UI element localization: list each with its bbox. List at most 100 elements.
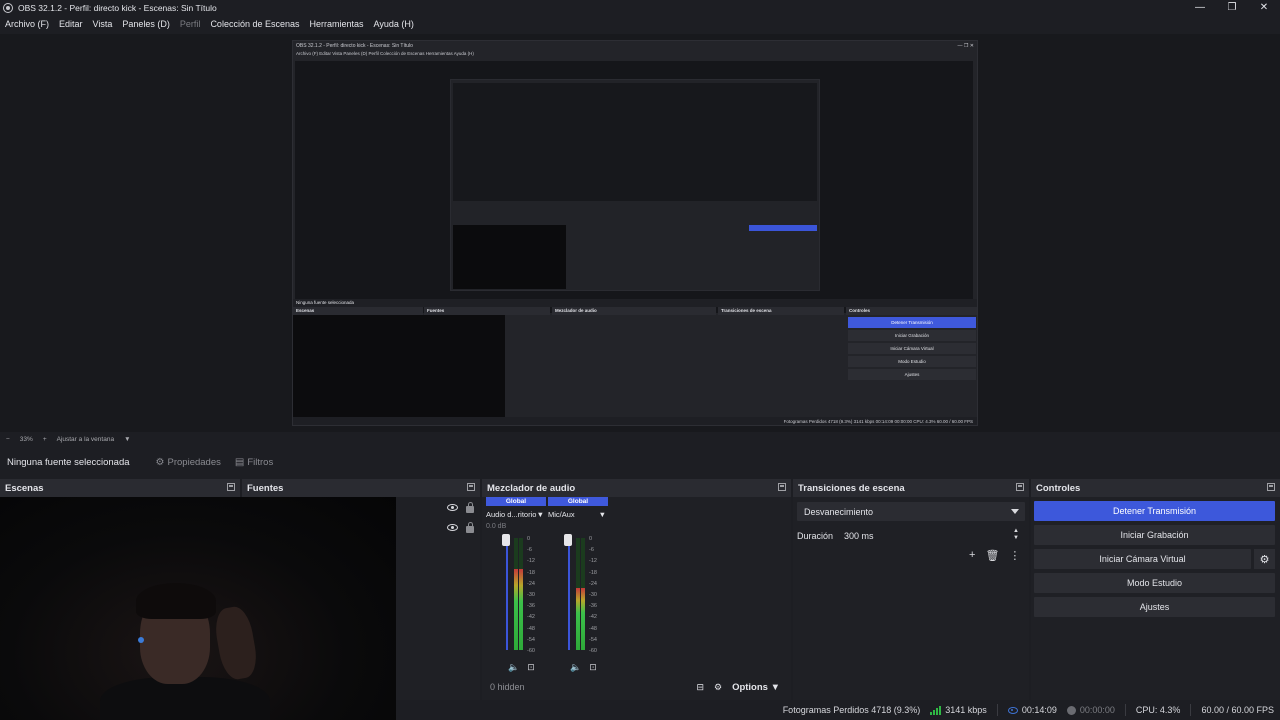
level-meter-fill — [581, 588, 585, 650]
gear-icon: ⚙ — [155, 456, 165, 468]
speaker-icon[interactable]: 🔈 — [570, 662, 581, 673]
duration-label: Duración — [797, 531, 834, 541]
stop-stream-button[interactable]: Detener Transmisión — [1034, 501, 1275, 521]
chevron-down-icon: ▼ — [770, 681, 780, 693]
add-icon[interactable]: + — [969, 549, 975, 562]
menu-archivo[interactable]: Archivo (F) — [5, 19, 49, 29]
chevron-down-icon[interactable]: ▼ — [537, 510, 544, 519]
transitions-dock: Transiciones de escena Desvanecimiento D… — [793, 479, 1029, 720]
minimize-button[interactable]: — — [1184, 0, 1216, 15]
lock-icon[interactable] — [466, 522, 474, 533]
eye-icon[interactable] — [447, 524, 458, 531]
lock-icon[interactable] — [466, 502, 474, 513]
menu-perfil[interactable]: Perfil — [180, 19, 201, 29]
nested-context: Ninguna fuente seleccionada — [293, 299, 977, 307]
fit-window-select[interactable]: Ajustar a la ventana — [57, 436, 114, 443]
scale-tick: -42 — [527, 614, 535, 621]
menu-vista[interactable]: Vista — [93, 19, 113, 29]
menu-editar[interactable]: Editar — [59, 19, 83, 29]
zoom-in-button[interactable]: + — [43, 436, 47, 443]
nested-inner-stream-button — [749, 225, 817, 231]
scale-tick: 0 — [589, 536, 593, 542]
virtual-camera-button[interactable]: Iniciar Cámara Virtual — [1034, 549, 1251, 569]
nested-inner-camera — [453, 225, 566, 289]
scale-tick: -60 — [527, 648, 535, 655]
settings-button[interactable]: Ajustes — [1034, 597, 1275, 617]
close-button[interactable]: ✕ — [1248, 0, 1280, 15]
undock-icon[interactable] — [467, 483, 475, 491]
zoom-out-button[interactable]: − — [6, 436, 10, 443]
live-item: 00:14:09 — [1007, 705, 1057, 715]
channel-name[interactable]: Mic/Aux ▼ — [548, 510, 608, 519]
advanced-audio-icon[interactable]: ⚙ — [714, 682, 722, 693]
hidden-count: 0 hidden — [490, 682, 525, 692]
nested-inner-preview — [453, 83, 817, 201]
mixer-channel-mic: Global Mic/Aux ▼ — [548, 497, 608, 519]
nested-mixer-title: Mezclador de audio — [552, 307, 716, 315]
eye-icon[interactable] — [447, 504, 458, 511]
start-recording-button[interactable]: Iniciar Grabación — [1034, 525, 1275, 545]
meter-scale: 0 -6 -12 -18 -24 -30 -36 -42 -48 -54 -60 — [527, 534, 535, 657]
live-time: 00:14:09 — [1021, 705, 1057, 715]
filters-button[interactable]: ▤ Filtros — [235, 457, 273, 468]
level-meter-left — [576, 538, 580, 650]
headphones-icon[interactable]: ⊡ — [589, 662, 597, 673]
options-label: Options — [732, 681, 768, 693]
menu-herramientas[interactable]: Herramientas — [310, 19, 364, 29]
scale-tick: -54 — [589, 636, 597, 643]
mixer-layout-icon[interactable]: ⊟ — [696, 682, 704, 693]
studio-mode-button[interactable]: Modo Estudio — [1034, 573, 1275, 593]
scale-tick: -42 — [589, 614, 597, 621]
global-badge: Global — [486, 497, 546, 506]
source-row[interactable] — [447, 522, 474, 533]
channel-name[interactable]: Audio d...ritorio ▼ — [486, 510, 546, 519]
volume-fader-knob[interactable] — [502, 534, 510, 546]
controls-dock-header: Controles — [1031, 479, 1280, 497]
menu-ayuda[interactable]: Ayuda (H) — [374, 19, 414, 29]
rec-time: 00:00:00 — [1079, 705, 1115, 715]
undock-icon[interactable] — [778, 483, 786, 491]
person-hand — [212, 604, 260, 682]
nested-preview — [295, 61, 973, 313]
chevron-down-icon[interactable]: ▼ — [124, 436, 130, 443]
record-icon — [1066, 705, 1076, 715]
volume-fader-track[interactable] — [568, 538, 570, 650]
meter-area-desktop: 0 -6 -12 -18 -24 -30 -36 -42 -48 -54 -60… — [486, 534, 546, 672]
duration-spinbox[interactable]: 300 ms ▲ ▼ — [837, 526, 1025, 545]
nested-studio-mode: Modo Estudio — [848, 356, 976, 367]
menu-paneles[interactable]: Paneles (D) — [122, 19, 170, 29]
properties-button[interactable]: ⚙ Propiedades — [156, 457, 221, 468]
mixer-footer: 0 hidden ⊟ ⚙ Options ▼ — [484, 677, 790, 697]
level-meter-right — [519, 538, 523, 650]
transitions-title: Transiciones de escena — [798, 482, 905, 494]
undock-icon[interactable] — [1267, 483, 1275, 491]
volume-fader-knob[interactable] — [564, 534, 572, 546]
options-button[interactable]: Options ▼ — [732, 682, 780, 693]
maximize-button[interactable]: ❐ — [1216, 0, 1248, 15]
meter-area-mic: 0 -6 -12 -18 -24 -30 -36 -42 -48 -54 -60… — [548, 534, 608, 672]
transition-select[interactable]: Desvanecimiento — [797, 502, 1025, 521]
more-icon[interactable]: ⋮ — [1009, 549, 1020, 562]
fps: 60.00 / 60.00 FPS — [1201, 705, 1274, 715]
volume-fader-track[interactable] — [506, 538, 508, 650]
undock-icon[interactable] — [227, 483, 235, 491]
trash-icon[interactable]: 🗑 — [985, 549, 999, 562]
channel-controls: 🔈 ⊡ — [570, 662, 597, 673]
speaker-icon[interactable]: 🔈 — [508, 662, 519, 673]
scale-tick: 0 — [527, 536, 531, 542]
filters-label: Filtros — [247, 456, 274, 468]
title-bar: OBS 32.1.2 - Perfil: directo kick - Esce… — [0, 0, 1280, 15]
duration-value: 300 ms — [844, 530, 874, 541]
separator — [1124, 704, 1126, 716]
source-row[interactable] — [447, 502, 474, 513]
undock-icon[interactable] — [1016, 483, 1024, 491]
spin-arrows-icon[interactable]: ▲ ▼ — [1013, 528, 1019, 542]
menu-coleccion-escenas[interactable]: Colección de Escenas — [210, 19, 299, 29]
nested-inner-capture — [450, 79, 820, 291]
chevron-down-icon[interactable]: ▼ — [599, 510, 606, 519]
virtual-camera-settings-icon[interactable]: ⚙ — [1254, 549, 1275, 569]
headphones-icon[interactable]: ⊡ — [527, 662, 535, 673]
signal-icon — [930, 705, 942, 715]
bitrate-item: 3141 kbps — [930, 705, 987, 715]
nested-sources-title: Fuentes — [424, 307, 550, 315]
